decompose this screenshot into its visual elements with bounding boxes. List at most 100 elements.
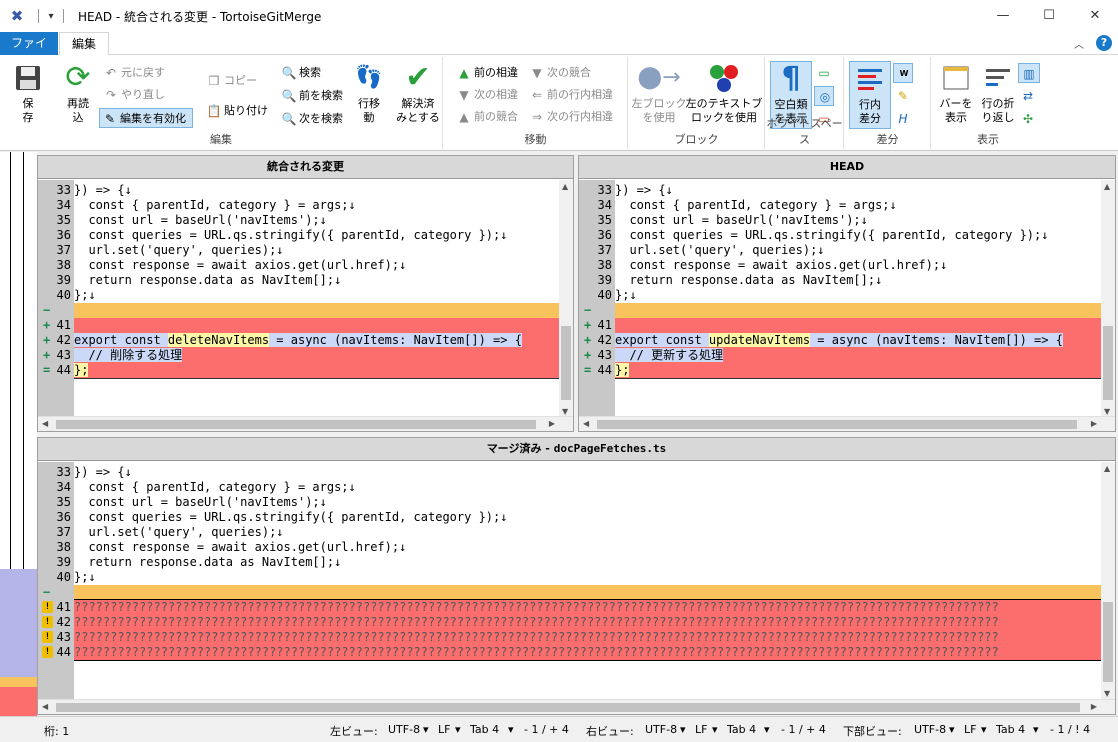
code-line[interactable]: const { parentId, category } = args;↓ <box>615 198 1101 213</box>
save-button[interactable]: 保 存 <box>8 61 48 125</box>
changed-line[interactable]: export const deleteNavItems = async (nav… <box>74 333 559 348</box>
prev-line-diff-button[interactable]: ⇐ 前の行内相違 <box>527 85 613 105</box>
code-line[interactable]: const queries = URL.qs.stringify({ paren… <box>74 228 559 243</box>
code-line[interactable]: }) => {↓ <box>74 465 1101 480</box>
scroll-left-arrow[interactable]: ◀ <box>42 419 48 428</box>
scroll-down-arrow[interactable]: ▼ <box>1104 407 1110 416</box>
dropdown-icon[interactable]: ▾ <box>455 723 461 736</box>
scroll-right-arrow[interactable]: ▶ <box>549 419 555 428</box>
bottom-code[interactable]: }) => {↓ const { parentId, category } = … <box>74 462 1101 700</box>
code-line[interactable]: url.set('query', queries);↓ <box>615 243 1101 258</box>
view-option-1-button[interactable]: ▥ <box>1018 63 1040 83</box>
bottom-hscroll-thumb[interactable] <box>56 703 1080 712</box>
qat-dropdown-icon[interactable]: ▾ <box>43 11 59 22</box>
ws-option-2-button[interactable]: ◎ <box>814 86 834 106</box>
scroll-left-arrow[interactable]: ◀ <box>42 702 48 711</box>
right-encoding[interactable]: UTF-8 <box>645 723 677 736</box>
code-line[interactable]: const queries = URL.qs.stringify({ paren… <box>74 510 1101 525</box>
code-line[interactable]: };↓ <box>74 570 1101 585</box>
code-line[interactable]: const { parentId, category } = args;↓ <box>74 480 1101 495</box>
use-left-text-block-button[interactable]: 左のテキストブ ロックを使用 <box>685 61 763 125</box>
bottom-vscroll-thumb[interactable] <box>1103 602 1113 682</box>
right-eol[interactable]: LF <box>695 723 707 736</box>
code-line[interactable]: const queries = URL.qs.stringify({ paren… <box>615 228 1101 243</box>
right-code[interactable]: }) => {↓ const { parentId, category } = … <box>615 180 1101 418</box>
bottom-tab[interactable]: Tab 4 <box>996 723 1025 736</box>
code-line[interactable]: const url = baseUrl('navItems');↓ <box>74 213 559 228</box>
next-diff-button[interactable]: ▼ 次の相違 <box>454 85 518 105</box>
bottom-vscroll[interactable]: ▲ ▼ <box>1101 462 1115 700</box>
next-line-diff-button[interactable]: ⇒ 次の行内相違 <box>527 107 613 127</box>
right-vscroll[interactable]: ▲ ▼ <box>1101 180 1115 418</box>
code-line[interactable]: return response.data as NavItem[];↓ <box>74 273 559 288</box>
copy-button[interactable]: ❐ コピー <box>204 71 257 91</box>
changed-line[interactable]: // 削除する処理 <box>74 348 559 363</box>
dropdown-icon[interactable]: ▾ <box>949 723 955 736</box>
code-line[interactable]: url.set('query', queries);↓ <box>74 525 1101 540</box>
dropdown-icon[interactable]: ▾ <box>764 723 770 736</box>
scroll-up-arrow[interactable]: ▲ <box>1104 464 1110 473</box>
dropdown-icon[interactable]: ▾ <box>1033 723 1039 736</box>
code-line[interactable]: const response = await axios.get(url.hre… <box>615 258 1101 273</box>
code-line[interactable]: const { parentId, category } = args;↓ <box>74 198 559 213</box>
changed-line[interactable]: }; <box>74 363 559 378</box>
search-next-button[interactable]: 🔍 次を検索 <box>279 109 343 129</box>
paste-button[interactable]: 📋 貼り付け <box>204 101 268 121</box>
dropdown-icon[interactable]: ▾ <box>981 723 987 736</box>
left-hscroll[interactable]: ◀ ▶ <box>38 416 573 431</box>
code-line[interactable]: }) => {↓ <box>615 183 1101 198</box>
scroll-up-arrow[interactable]: ▲ <box>1104 182 1110 191</box>
code-line[interactable]: };↓ <box>74 288 559 303</box>
scroll-right-arrow[interactable]: ▶ <box>1091 702 1097 711</box>
right-tab[interactable]: Tab 4 <box>727 723 756 736</box>
code-line[interactable]: const url = baseUrl('navItems');↓ <box>615 213 1101 228</box>
scroll-right-arrow[interactable]: ▶ <box>1091 419 1097 428</box>
right-hscroll[interactable]: ◀ ▶ <box>579 416 1115 431</box>
left-encoding[interactable]: UTF-8 <box>388 723 420 736</box>
location-bar[interactable] <box>0 152 37 716</box>
goto-line-button[interactable]: 👣 行移 動 <box>352 61 386 125</box>
diff-option-3-button[interactable]: H <box>893 109 911 129</box>
app-icon[interactable]: ✖ <box>0 0 34 32</box>
mark-resolved-button[interactable]: ✔ 解決済 みとする <box>395 61 441 125</box>
code-line[interactable]: }) => {↓ <box>74 183 559 198</box>
bottom-eol[interactable]: LF <box>964 723 976 736</box>
changed-line[interactable] <box>615 318 1101 333</box>
inline-diff-button[interactable]: 行内 差分 <box>849 61 891 129</box>
prev-conflict-button[interactable]: ▲ 前の競合 <box>454 107 518 127</box>
left-hscroll-thumb[interactable] <box>56 420 536 429</box>
changed-line[interactable]: // 更新する処理 <box>615 348 1101 363</box>
left-eol[interactable]: LF <box>438 723 450 736</box>
left-tab[interactable]: Tab 4 <box>470 723 499 736</box>
conflict-line[interactable]: ????????????????????????????????????????… <box>74 600 1101 615</box>
left-vscroll[interactable]: ▲ ▼ <box>559 180 573 418</box>
scroll-up-arrow[interactable]: ▲ <box>562 182 568 191</box>
code-line[interactable]: return response.data as NavItem[];↓ <box>615 273 1101 288</box>
right-vscroll-thumb[interactable] <box>1103 326 1113 400</box>
changed-line[interactable] <box>74 318 559 333</box>
left-vscroll-thumb[interactable] <box>561 326 571 400</box>
dropdown-icon[interactable]: ▾ <box>680 723 686 736</box>
code-line[interactable]: const response = await axios.get(url.hre… <box>74 258 559 273</box>
minimize-button[interactable]: — <box>980 0 1026 30</box>
wrap-lines-button[interactable]: 行の折 り返し <box>978 61 1018 125</box>
code-line[interactable]: return response.data as NavItem[];↓ <box>74 555 1101 570</box>
bottom-encoding[interactable]: UTF-8 <box>914 723 946 736</box>
code-line[interactable]: url.set('query', queries);↓ <box>74 243 559 258</box>
left-code[interactable]: }) => {↓ const { parentId, category } = … <box>74 180 559 418</box>
next-conflict-button[interactable]: ▼ 次の競合 <box>527 63 591 83</box>
maximize-button[interactable]: ☐ <box>1026 0 1072 30</box>
conflict-line[interactable]: ????????????????????????????????????????… <box>74 615 1101 630</box>
reload-button[interactable]: ⟳ 再読 込 <box>56 61 100 125</box>
view-option-3-button[interactable]: ✣ <box>1018 109 1036 129</box>
diff-option-2-button[interactable]: ✎ <box>893 86 911 106</box>
diff-option-1-button[interactable]: W <box>893 63 913 83</box>
search-button[interactable]: 🔍 検索 <box>279 63 321 83</box>
scroll-left-arrow[interactable]: ◀ <box>583 419 589 428</box>
code-line[interactable]: const response = await axios.get(url.hre… <box>74 540 1101 555</box>
changed-line[interactable]: export const updateNavItems = async (nav… <box>615 333 1101 348</box>
prev-diff-button[interactable]: ▲ 前の相違 <box>454 63 518 83</box>
redo-button[interactable]: ↷ やり直し <box>101 85 165 105</box>
right-hscroll-thumb[interactable] <box>597 420 1077 429</box>
tab-file[interactable]: ファイル <box>0 32 58 72</box>
